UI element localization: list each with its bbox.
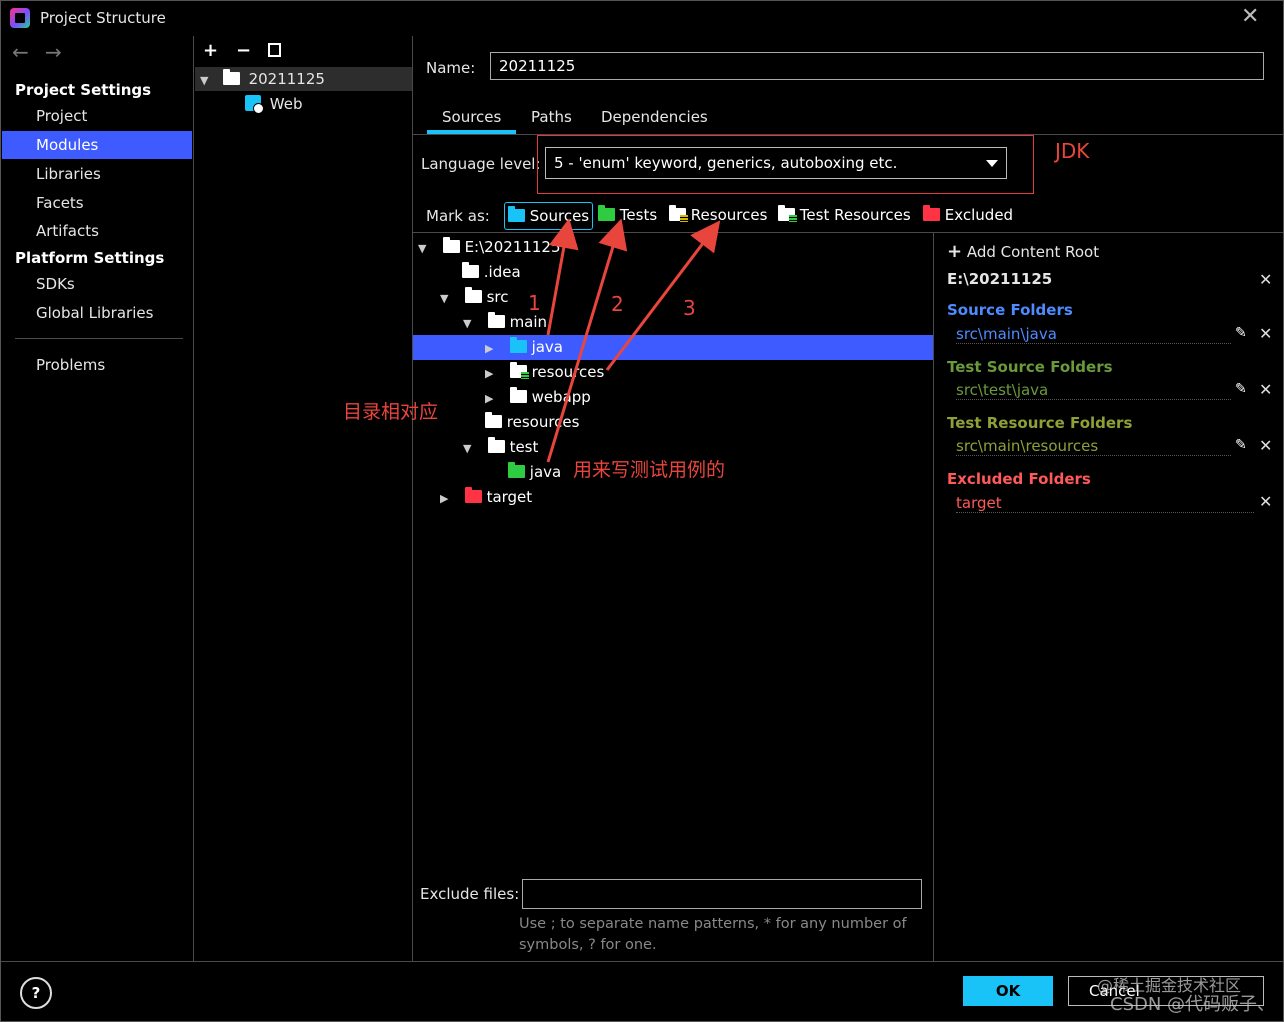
annotation-test-cases: 用来写测试用例的: [573, 459, 726, 481]
source-folder-path: src\main\java: [956, 325, 1231, 344]
remove-root-close-icon[interactable]: ✕: [1259, 270, 1272, 289]
annotation-number-1: 1: [528, 291, 541, 315]
remove-test-source-close-icon[interactable]: ✕: [1259, 380, 1272, 399]
test-resource-folders-header: Test Resource Folders: [947, 414, 1133, 432]
exclude-files-input[interactable]: [522, 879, 922, 909]
edit-pencil-icon[interactable]: ✎: [1235, 381, 1247, 397]
hint-line-1: Use ; to separate name patterns, * for a…: [519, 916, 907, 932]
content-root-path: E:\20211125: [947, 270, 1053, 288]
test-resource-folder-path: src\main\resources: [956, 437, 1231, 456]
edit-pencil-icon[interactable]: ✎: [1235, 437, 1247, 453]
excluded-folders-header: Excluded Folders: [947, 470, 1091, 488]
source-folders-header: Source Folders: [947, 301, 1073, 319]
hint-line-2: symbols, ? for one.: [519, 937, 657, 953]
ok-button[interactable]: OK: [963, 976, 1053, 1006]
arrow-2: [546, 218, 628, 463]
exclude-files-label: Exclude files:: [420, 885, 520, 903]
remove-test-resource-close-icon[interactable]: ✕: [1259, 436, 1272, 455]
add-content-root-label: Add Content Root: [966, 243, 1100, 261]
annotation-dir-match: 目录相对应: [343, 401, 439, 423]
test-source-folders-header: Test Source Folders: [947, 358, 1113, 376]
exclude-files-hint: Use ; to separate name patterns, * for a…: [519, 914, 919, 956]
test-source-folder-path: src\test\java: [956, 381, 1231, 400]
remove-source-close-icon[interactable]: ✕: [1259, 324, 1272, 343]
add-content-root-button[interactable]: + Add Content Root: [947, 241, 1099, 262]
excluded-folder-path: target: [956, 494, 1254, 513]
annotation-number-2: 2: [611, 292, 624, 316]
plus-icon: +: [947, 241, 963, 262]
arrow-1: [546, 218, 579, 336]
help-button[interactable]: ?: [20, 977, 52, 1009]
edit-pencil-icon[interactable]: ✎: [1235, 325, 1247, 341]
watermark-line-2: CSDN @代码贩子、: [1110, 994, 1276, 1015]
remove-excluded-close-icon[interactable]: ✕: [1259, 492, 1272, 511]
annotation-number-3: 3: [683, 296, 696, 320]
